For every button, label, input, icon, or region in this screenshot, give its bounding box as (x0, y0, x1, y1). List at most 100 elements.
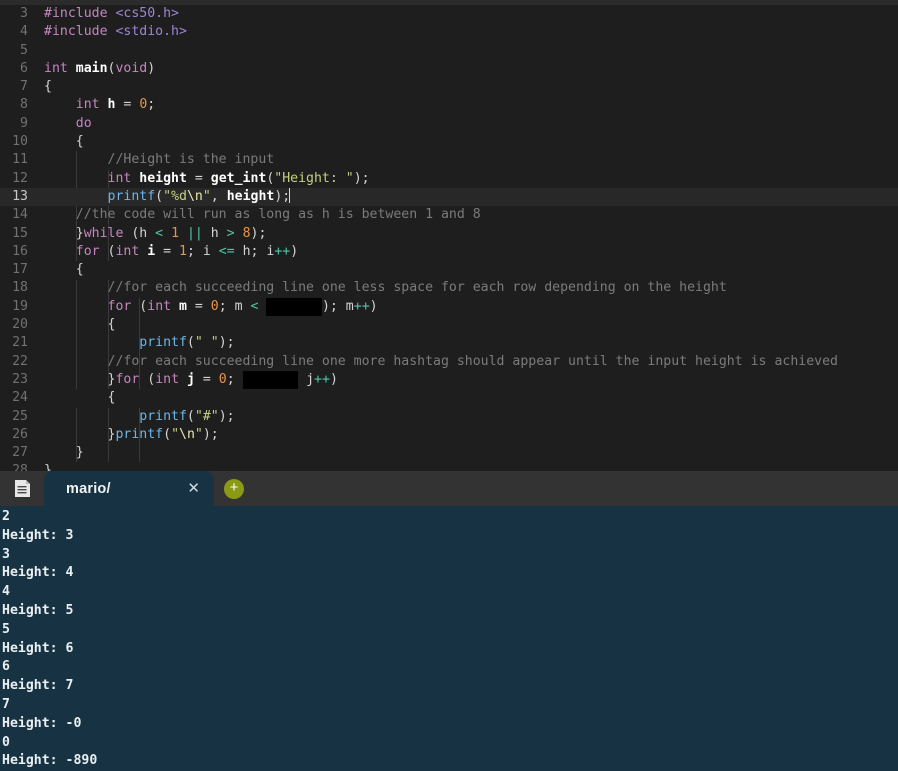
code-text: #include <stdio.h> (36, 23, 898, 41)
line-number: 24 (0, 389, 36, 408)
code-line[interactable]: 20 { (0, 316, 898, 335)
code-token: get_int (210, 170, 267, 186)
code-token: j (298, 371, 315, 387)
code-token: "#" (194, 408, 219, 424)
code-token: " (202, 188, 211, 204)
code-token: int (147, 298, 180, 314)
code-text: #include <cs50.h> (36, 5, 898, 23)
code-token: = (123, 97, 140, 113)
code-line[interactable]: 12 int height = get_int("Height: "); (0, 169, 898, 188)
code-line[interactable]: 14 //the code will run as long as h is b… (0, 206, 898, 225)
code-line[interactable]: 13 printf("%d\n", height); (0, 187, 898, 207)
code-line[interactable]: 3 #include <cs50.h> (0, 5, 898, 24)
terminal-panel-header: mario/ ✕ + (0, 471, 898, 506)
code-line[interactable]: 19 for (int m = 0; m < XXXXXXX); m++) (0, 297, 898, 317)
code-token: { (44, 262, 84, 278)
code-token: ++ (353, 298, 370, 314)
code-line[interactable]: 27 } (0, 444, 898, 463)
code-token: = (202, 371, 219, 387)
code-line[interactable]: 28} (0, 462, 898, 471)
code-token: height (139, 170, 195, 186)
code-token: { (44, 134, 84, 150)
code-token: for (115, 371, 148, 387)
code-text: for (int m = 0; m < XXXXXXX); m++) (36, 297, 898, 317)
line-number: 7 (0, 78, 36, 97)
terminal-tab-mario[interactable]: mario/ ✕ (44, 471, 214, 506)
code-token: do (75, 115, 92, 131)
code-token: { (44, 79, 52, 95)
code-text: }for (int j = 0; XXXXXXX j++) (36, 370, 898, 390)
code-token: #include (44, 24, 116, 40)
code-token: m (179, 298, 195, 314)
line-number: 26 (0, 425, 36, 445)
code-line[interactable]: 23 }for (int j = 0; XXXXXXX j++) (0, 370, 898, 390)
line-number: 11 (0, 151, 36, 170)
code-editor[interactable]: 3 #include <cs50.h> 4 #include <stdio.h> 5 6 i… (0, 5, 898, 471)
code-line[interactable]: 24 { (0, 389, 898, 408)
terminal-line: 3 (2, 546, 10, 562)
redaction-box: XXXXXXX (242, 370, 299, 390)
close-icon[interactable]: ✕ (187, 481, 200, 496)
add-terminal-button[interactable]: + (224, 479, 244, 499)
line-number: 13 (0, 187, 36, 207)
code-token: ); (218, 335, 235, 351)
code-line[interactable]: 5 (0, 41, 898, 60)
code-line[interactable]: 17 { (0, 261, 898, 280)
code-token: j (186, 371, 203, 387)
terminal-list-icon[interactable] (0, 471, 44, 506)
code-line[interactable]: 22 //for each succeeding line one more h… (0, 352, 898, 371)
code-line[interactable]: 11 //Height is the input (0, 151, 898, 170)
code-token: ) (329, 371, 338, 387)
code-token: ++ (314, 371, 330, 387)
code-token: , (210, 188, 227, 204)
code-line[interactable]: 25 printf("#"); (0, 407, 898, 426)
code-line[interactable]: 6 int main(void) (0, 59, 898, 79)
code-line[interactable]: 8 int h = 0; (0, 96, 898, 115)
terminal-tab-label: mario/ (66, 480, 111, 497)
code-line[interactable]: 10 { (0, 133, 898, 152)
line-number: 4 (0, 23, 36, 42)
line-number: 3 (0, 5, 36, 24)
code-token: 8 (242, 225, 251, 241)
code-token: > (226, 225, 243, 241)
code-token: main (75, 60, 108, 76)
terminal-output[interactable]: 2 Height: 3 3 Height: 4 4 Height: 5 5 Height: 6… (0, 506, 898, 771)
code-token: ; (147, 97, 156, 113)
code-token: int (44, 60, 76, 76)
code-token: while (83, 225, 132, 241)
code-line[interactable]: 7{ (0, 78, 898, 97)
terminal-line: Height: -0 (2, 715, 82, 731)
code-token: (h (131, 225, 156, 241)
code-line[interactable]: 4 #include <stdio.h> (0, 23, 898, 42)
code-text: { (36, 78, 898, 96)
code-token: printf (107, 188, 156, 204)
terminal-line: 2 (2, 509, 10, 524)
code-token: 0 (218, 371, 227, 387)
code-token: h (107, 97, 124, 113)
code-token: ) (290, 243, 299, 259)
code-line[interactable]: 18 //for each succeeding line one less s… (0, 279, 898, 298)
code-line[interactable]: 16 for (int i = 1; i <= h; i++) (0, 242, 898, 262)
code-token: h (210, 225, 227, 241)
code-token: void (115, 60, 148, 76)
code-token: for (107, 298, 140, 314)
code-token: ( (163, 426, 172, 442)
code-line[interactable]: 26 }printf("\n"); (0, 425, 898, 445)
code-line[interactable]: 9 do (0, 114, 898, 134)
text-cursor (289, 187, 291, 203)
code-text: //the code will run as long as h is betw… (36, 206, 898, 224)
terminal-line: Height: -890 (2, 753, 98, 769)
code-token: " (194, 426, 203, 442)
code-text: }while (h < 1 || h > 8); (36, 225, 898, 243)
code-token: printf (139, 335, 187, 351)
code-text: printf("#"); (36, 408, 898, 426)
code-text: { (36, 261, 898, 279)
line-number: 8 (0, 96, 36, 115)
code-line[interactable]: 21 printf(" "); (0, 334, 898, 353)
code-lines-container[interactable]: 3 #include <cs50.h> 4 #include <stdio.h> 5 6 i… (0, 5, 898, 471)
code-line[interactable]: 15 }while (h < 1 || h > 8); (0, 224, 898, 243)
